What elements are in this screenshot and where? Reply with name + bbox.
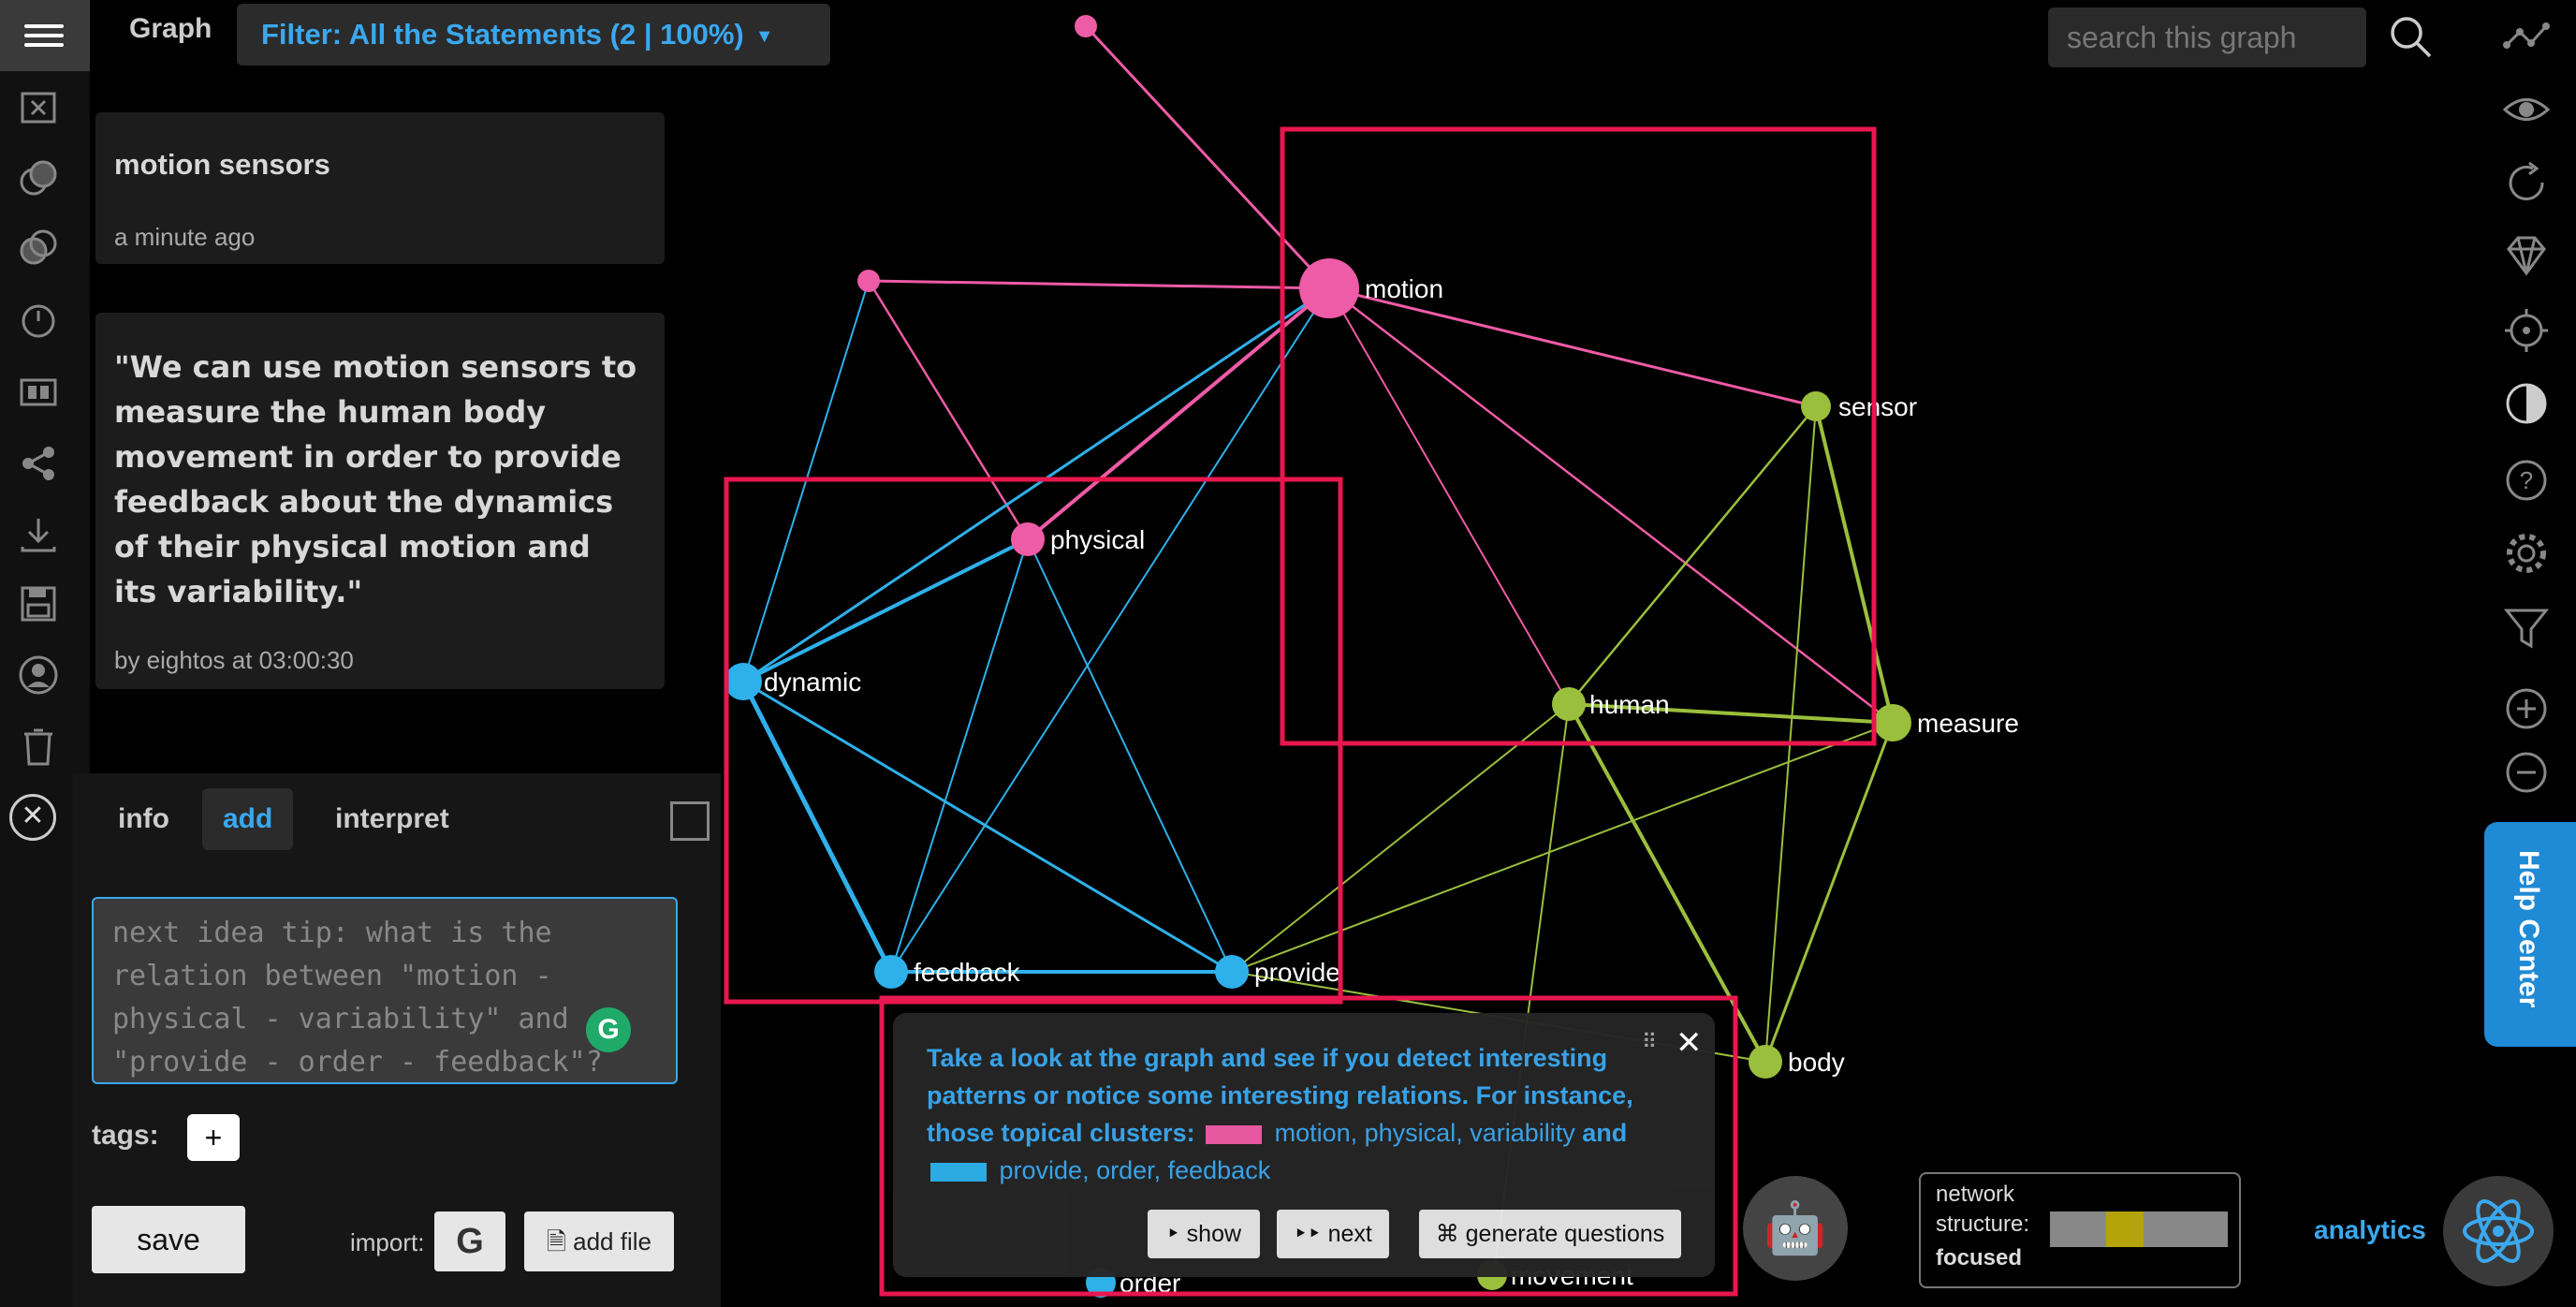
tags-label: tags: xyxy=(92,1120,159,1151)
file-icon: 🗎 xyxy=(547,1227,574,1256)
filter-label: Filter: All the Statements (2 | 100%) xyxy=(261,18,744,51)
popup-message: Take a look at the graph and see if you … xyxy=(927,1039,1676,1189)
atom-analytics-icon[interactable] xyxy=(2443,1176,2554,1286)
contrast-icon[interactable] xyxy=(2501,378,2552,429)
quote-byline: by eightos at 03:00:30 xyxy=(114,646,354,674)
node-label-measure: measure xyxy=(1917,709,2019,738)
help-center-tab[interactable]: Help Center xyxy=(2484,822,2576,1047)
ai-robot-icon[interactable]: 🤖 xyxy=(1743,1176,1848,1281)
add-file-button[interactable]: 🗎 add file xyxy=(524,1212,674,1271)
search-input[interactable] xyxy=(2048,7,2366,67)
tab-info[interactable]: info xyxy=(97,788,190,850)
node-label-feedback: feedback xyxy=(914,958,1021,987)
graph-node-sensor[interactable] xyxy=(1801,391,1831,421)
node-label-dynamic: dynamic xyxy=(764,668,861,697)
graph-node-motion[interactable] xyxy=(1299,258,1359,318)
popup-and: and xyxy=(1582,1119,1628,1147)
search-icon[interactable] xyxy=(2387,13,2434,60)
help-icon[interactable]: ? xyxy=(2501,455,2552,506)
caret-down-icon: ▼ xyxy=(754,25,774,47)
graph-node-physical[interactable] xyxy=(1011,522,1045,556)
node-label-human: human xyxy=(1589,690,1670,719)
graph-node[interactable] xyxy=(857,270,880,292)
graph-node-body[interactable] xyxy=(1749,1045,1782,1079)
cluster2-swatch xyxy=(930,1162,987,1182)
node-label-provide: provide xyxy=(1254,958,1340,987)
add-file-label: add file xyxy=(573,1227,651,1256)
graph-node[interactable] xyxy=(1075,15,1097,37)
graph-node-provide[interactable] xyxy=(1215,955,1249,989)
tab-add[interactable]: add xyxy=(202,788,294,850)
help-center-label: Help Center xyxy=(2513,850,2544,1008)
statement-title: motion sensors xyxy=(114,148,330,181)
eye-icon[interactable] xyxy=(2501,84,2552,135)
google-import-button[interactable]: G xyxy=(434,1212,505,1271)
add-tag-button[interactable]: + xyxy=(187,1114,240,1161)
analytics-link[interactable]: analytics xyxy=(2314,1215,2426,1245)
cluster2-link[interactable]: provide, order, feedback xyxy=(1000,1156,1271,1184)
idea-input[interactable]: next idea tip: what is the relation betw… xyxy=(92,897,678,1084)
node-label-sensor: sensor xyxy=(1838,392,1917,421)
network-structure-panel[interactable]: network structure: focused xyxy=(1919,1172,2241,1288)
zoom-out-icon[interactable] xyxy=(2501,747,2552,798)
network-state: focused xyxy=(1936,1245,2023,1270)
diamond-icon[interactable] xyxy=(2501,230,2552,281)
close-panel-icon[interactable]: ✕ xyxy=(9,794,56,841)
filter-funnel-icon[interactable] xyxy=(2501,603,2552,654)
refresh-icon[interactable] xyxy=(2501,157,2552,208)
statement-card[interactable]: motion sensors a minute ago xyxy=(95,112,665,264)
highlight-box xyxy=(724,477,1343,1005)
network-label-2: structure: xyxy=(1936,1212,2030,1237)
cluster1-swatch xyxy=(1206,1124,1263,1144)
settings-gear-icon[interactable] xyxy=(2501,528,2552,579)
insight-popup: ⠿ ✕ Take a look at the graph and see if … xyxy=(893,1013,1715,1277)
quote-text: "We can use motion sensors to measure th… xyxy=(114,349,637,609)
save-button[interactable]: save xyxy=(92,1206,245,1273)
node-label-body: body xyxy=(1788,1048,1845,1077)
structure-bar-marker xyxy=(2106,1212,2144,1247)
graph-node-human[interactable] xyxy=(1552,687,1586,721)
close-icon[interactable]: ✕ xyxy=(1676,1024,1703,1062)
structure-bar xyxy=(2050,1212,2228,1247)
quote-card[interactable]: "We can use motion sensors to measure th… xyxy=(95,313,665,689)
node-label-motion: motion xyxy=(1365,274,1443,303)
filter-dropdown[interactable]: Filter: All the Statements (2 | 100%) ▼ xyxy=(237,4,830,66)
statement-time: a minute ago xyxy=(114,223,256,251)
graph-node-feedback[interactable] xyxy=(874,955,908,989)
node-label-physical: physical xyxy=(1050,525,1145,554)
graph-node-measure[interactable] xyxy=(1874,704,1911,742)
graph-node-dynamic[interactable] xyxy=(724,663,762,700)
highlight-box xyxy=(1280,126,1877,746)
zoom-in-icon[interactable] xyxy=(2501,683,2552,734)
graph-view-icon[interactable] xyxy=(2501,13,2552,64)
page-title: Graph xyxy=(129,13,212,44)
svg-text:?: ? xyxy=(2520,466,2533,494)
import-label: import: xyxy=(350,1228,425,1256)
grammarly-icon[interactable]: G xyxy=(586,1007,631,1052)
generate-questions-button[interactable]: ⌘ generate questions xyxy=(1419,1210,1681,1258)
next-button[interactable]: ‣‣ next xyxy=(1277,1210,1389,1258)
tab-interpret[interactable]: interpret xyxy=(315,788,470,850)
expand-panel-icon[interactable] xyxy=(670,801,710,841)
target-icon[interactable] xyxy=(2501,305,2552,356)
network-label-1: network xyxy=(1936,1182,2015,1207)
show-button[interactable]: ‣ show xyxy=(1148,1210,1260,1258)
cluster1-link[interactable]: motion, physical, variability xyxy=(1275,1119,1575,1147)
